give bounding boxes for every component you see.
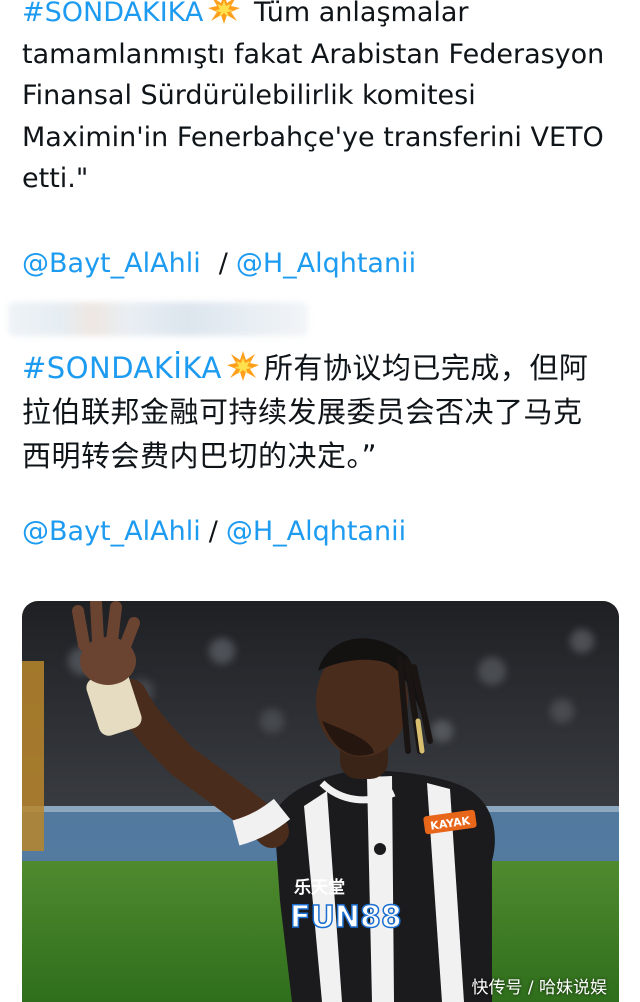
mention-h-alqhtanii[interactable]: @H_Alqhtanii bbox=[226, 516, 406, 547]
hashtag-link[interactable]: #SONDAKİKA bbox=[22, 0, 203, 28]
collision-icon bbox=[208, 0, 241, 24]
tweet-text-turkish: #SONDAKİKA Tüm anlaşmalar tamamlanmıştı … bbox=[22, 0, 610, 200]
footballer-illustration: KAYAK 乐天堂 FUN88 bbox=[22, 601, 619, 1002]
svg-text:FUN88: FUN88 bbox=[290, 900, 402, 935]
collision-icon bbox=[226, 351, 259, 381]
mentions-row: @Bayt_AlAhli / @H_Alqhtanii bbox=[22, 514, 610, 550]
source-watermark: 快传号 / 哈妹说娱 bbox=[471, 978, 607, 998]
blurred-text-redaction bbox=[8, 302, 308, 336]
mentions-row: @Bayt_AlAhli / @H_Alqhtanii bbox=[22, 246, 610, 282]
mention-separator: / bbox=[218, 248, 228, 279]
svg-text:乐天堂: 乐天堂 bbox=[294, 877, 345, 898]
mention-separator: / bbox=[208, 516, 218, 547]
tweet-text-chinese: #SONDAKİKA 所有协议均已完成，但阿拉伯联邦金融可持续发展委员会否决了马克… bbox=[22, 346, 610, 478]
mention-bayt-alahli[interactable]: @Bayt_AlAhli bbox=[22, 248, 201, 279]
tweet-body-turkish: Tüm anlaşmalar tamamlanmıştı fakat Arabi… bbox=[22, 0, 613, 194]
mention-bayt-alahli[interactable]: @Bayt_AlAhli bbox=[22, 516, 201, 547]
tweet-photo[interactable]: KAYAK 乐天堂 FUN88 快传号 / 哈妹说娱 bbox=[22, 601, 619, 1002]
hashtag-link[interactable]: #SONDAKİKA bbox=[22, 351, 222, 385]
mention-h-alqhtanii[interactable]: @H_Alqhtanii bbox=[236, 248, 416, 279]
